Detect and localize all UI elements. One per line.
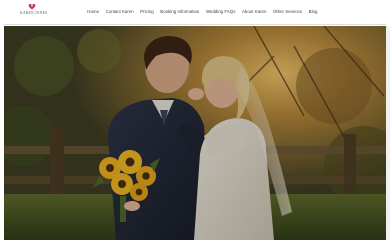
- main-navigation: Home Contact Karen Pricing Booking Infor…: [84, 8, 321, 16]
- nav-blog[interactable]: Blog: [305, 8, 320, 16]
- nav-booking-information[interactable]: Booking Information: [157, 8, 203, 16]
- nav-other-services[interactable]: Other Services: [270, 8, 306, 16]
- header-divider: [4, 24, 386, 25]
- nav-pricing[interactable]: Pricing: [137, 8, 157, 16]
- nav-wedding-faqs[interactable]: Wedding FAQs: [203, 8, 239, 16]
- nav-about-karen[interactable]: About Karen: [239, 8, 270, 16]
- hero-image: [4, 26, 386, 240]
- heart-flower-icon: [28, 3, 36, 10]
- site-logo[interactable]: KAREN JONES: [20, 3, 48, 21]
- hero-overlay: [4, 26, 386, 240]
- nav-contact-karen[interactable]: Contact Karen: [102, 8, 137, 16]
- site-header: KAREN JONES Home Contact Karen Pricing B…: [0, 0, 390, 24]
- page-edge: [386, 26, 390, 240]
- logo-text: KAREN JONES: [20, 11, 48, 15]
- nav-home[interactable]: Home: [84, 8, 102, 16]
